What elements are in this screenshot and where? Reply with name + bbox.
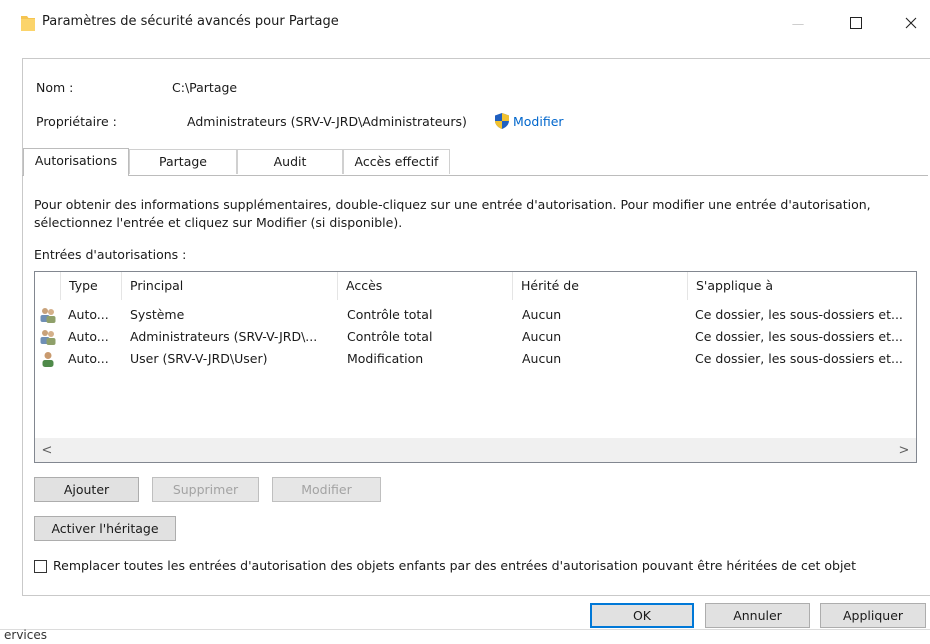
table-row[interactable]: Auto... Système Contrôle total Aucun Ce … xyxy=(35,304,916,326)
cell-applies-to: Ce dossier, les sous-dossiers et... xyxy=(695,351,903,366)
tab-audit[interactable]: Audit xyxy=(237,149,343,174)
header-applies-to[interactable]: S'applique à xyxy=(688,272,916,300)
minimize-button[interactable]: — xyxy=(778,8,818,38)
cell-type: Auto... xyxy=(68,351,109,366)
cell-type: Auto... xyxy=(68,329,109,344)
header-inherited-from[interactable]: Hérité de xyxy=(513,272,688,300)
tab-effective-access[interactable]: Accès effectif xyxy=(343,149,450,174)
group-users-icon xyxy=(40,308,56,323)
cell-inherited-from: Aucun xyxy=(522,329,562,344)
close-icon xyxy=(905,17,917,29)
tab-share[interactable]: Partage xyxy=(129,149,237,174)
header-icon-column xyxy=(35,272,61,300)
apply-button[interactable]: Appliquer xyxy=(820,603,926,628)
header-access[interactable]: Accès xyxy=(338,272,513,300)
remove-button[interactable]: Supprimer xyxy=(152,477,259,502)
table-row[interactable]: Auto... User (SRV-V-JRD\User) Modificati… xyxy=(35,348,916,370)
background-window-text: ervices xyxy=(4,628,47,642)
cell-principal: Administrateurs (SRV-V-JRD\... xyxy=(130,329,318,344)
owner-value: Administrateurs (SRV-V-JRD\Administrateu… xyxy=(187,114,467,129)
cell-type: Auto... xyxy=(68,307,109,322)
cell-inherited-from: Aucun xyxy=(522,307,562,322)
header-type[interactable]: Type xyxy=(61,272,122,300)
name-value: C:\Partage xyxy=(172,80,238,95)
name-label: Nom : xyxy=(36,80,74,95)
cell-applies-to: Ce dossier, les sous-dossiers et... xyxy=(695,307,903,322)
cell-inherited-from: Aucun xyxy=(522,351,562,366)
header-principal[interactable]: Principal xyxy=(122,272,338,300)
close-button[interactable] xyxy=(891,8,930,38)
scroll-right-button[interactable]: > xyxy=(892,439,916,462)
horizontal-scrollbar[interactable]: < > xyxy=(35,438,916,462)
single-user-icon xyxy=(42,352,54,367)
uac-shield-icon xyxy=(495,113,509,129)
cell-applies-to: Ce dossier, les sous-dossiers et... xyxy=(695,329,903,344)
cancel-button[interactable]: Annuler xyxy=(705,603,810,628)
cell-principal: User (SRV-V-JRD\User) xyxy=(130,351,268,366)
group-users-icon xyxy=(40,330,56,345)
folder-icon xyxy=(21,16,35,31)
cell-access: Modification xyxy=(347,351,424,366)
owner-label: Propriétaire : xyxy=(36,114,117,129)
description-line-1: Pour obtenir des informations supplément… xyxy=(34,197,871,212)
entries-label: Entrées d'autorisations : xyxy=(34,247,187,262)
cell-access: Contrôle total xyxy=(347,329,433,344)
tab-permissions[interactable]: Autorisations xyxy=(23,148,129,176)
replace-child-entries-label: Remplacer toutes les entrées d'autorisat… xyxy=(53,558,857,573)
enable-inheritance-button[interactable]: Activer l'héritage xyxy=(34,516,176,541)
permission-entries-list[interactable]: Type Principal Accès Hérité de S'appliqu… xyxy=(34,271,917,463)
edit-button[interactable]: Modifier xyxy=(272,477,381,502)
table-row[interactable]: Auto... Administrateurs (SRV-V-JRD\... C… xyxy=(35,326,916,348)
maximize-icon xyxy=(850,17,862,29)
description-line-2: sélectionnez l'entrée et cliquez sur Mod… xyxy=(34,215,403,230)
replace-child-entries-checkbox[interactable] xyxy=(34,560,47,573)
ok-button[interactable]: OK xyxy=(590,603,694,628)
maximize-button[interactable] xyxy=(836,8,876,38)
background-window-strip xyxy=(0,629,930,644)
add-button[interactable]: Ajouter xyxy=(34,477,139,502)
change-owner-link[interactable]: Modifier xyxy=(513,114,564,129)
window-title: Paramètres de sécurité avancés pour Part… xyxy=(42,14,339,29)
cell-principal: Système xyxy=(130,307,185,322)
scroll-left-button[interactable]: < xyxy=(35,439,59,462)
cell-access: Contrôle total xyxy=(347,307,433,322)
